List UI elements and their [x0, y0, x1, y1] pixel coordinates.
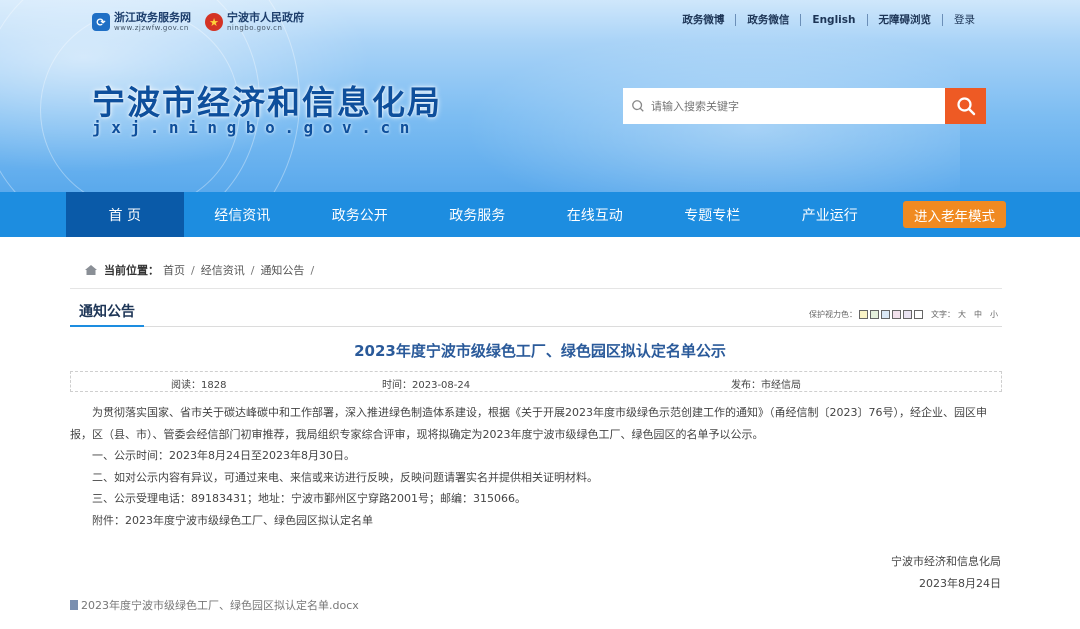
font-size-medium[interactable]: 中 [974, 309, 982, 320]
color-swatch-white[interactable] [914, 310, 923, 319]
zjzwfw-title: 浙江政务服务网 [114, 11, 191, 24]
zjzwfw-icon: ⟳ [92, 13, 110, 31]
link-wechat[interactable]: 政务微信 [735, 14, 800, 26]
site-domain: jxj.ningbo.gov.cn [92, 118, 419, 137]
font-size-label: 文字： [931, 310, 955, 319]
attachment-filename[interactable]: 2023年度宁波市级绿色工厂、绿色园区拟认定名单.docx [81, 597, 359, 613]
article-body: 为贯彻落实国家、省市关于碳达峰碳中和工作部署，深入推进绿色制造体系建设，根据《关… [70, 402, 1002, 531]
nav-industry[interactable]: 产业运行 [771, 192, 889, 237]
breadcrumb-home[interactable]: 首页 [163, 262, 185, 278]
breadcrumb: 当前位置： 首页 / 经信资讯 / 通知公告 / [84, 262, 320, 278]
nav-interaction[interactable]: 在线互动 [536, 192, 654, 237]
search-icon [632, 100, 644, 112]
color-swatch-purple[interactable] [903, 310, 912, 319]
zjzwfw-url: www.zjzwfw.gov.cn [114, 24, 189, 32]
publish-source: 发布：市经信局 [731, 380, 801, 391]
publish-date: 时间：2023-08-24 [382, 380, 471, 391]
divider [70, 288, 1002, 289]
national-emblem-icon: ★ [205, 13, 223, 31]
signature-date: 2023年8月24日 [919, 577, 1001, 590]
article-title: 2023年度宁波市级绿色工厂、绿色园区拟认定名单公示 [354, 342, 726, 360]
breadcrumb-separator: / [310, 263, 315, 277]
section-tab[interactable]: 通知公告 [70, 302, 144, 327]
paragraph: 三、公示受理电话：89183431；地址：宁波市鄞州区宁穿路2001号；邮编：3… [92, 492, 526, 505]
top-links: 政务微博 政务微信 English 无障碍浏览 登录 [671, 14, 986, 26]
divider [70, 326, 1002, 327]
link-accessibility[interactable]: 无障碍浏览 [866, 14, 943, 26]
color-swatch-blue[interactable] [881, 310, 890, 319]
breadcrumb-notice[interactable]: 通知公告 [260, 262, 304, 278]
paragraph: 为贯彻落实国家、省市关于碳达峰碳中和工作部署，深入推进绿色制造体系建设，根据《关… [70, 402, 1002, 424]
paragraph: 一、公示时间：2023年8月24日至2023年8月30日。 [92, 449, 355, 462]
ningbo-gov-logo[interactable]: ★ 宁波市人民政府 ningbo.gov.cn [205, 12, 304, 32]
search-icon [956, 97, 975, 116]
search-button[interactable] [945, 88, 986, 124]
signature-org: 宁波市经济和信息化局 [891, 555, 1001, 568]
nav-gov-affairs[interactable]: 政务公开 [301, 192, 419, 237]
color-swatch-yellow[interactable] [859, 310, 868, 319]
nav-home[interactable]: 首 页 [66, 192, 184, 237]
link-login[interactable]: 登录 [942, 14, 986, 26]
nav-news[interactable]: 经信资讯 [184, 192, 302, 237]
article-meta: 阅读：1828 时间：2023-08-24 发布：市经信局 [70, 371, 1002, 392]
search-box [623, 88, 945, 124]
partner-logos: ⟳ 浙江政务服务网 www.zjzwfw.gov.cn ★ 宁波市人民政府 ni… [92, 12, 304, 32]
link-english[interactable]: English [800, 14, 866, 26]
color-swatch-green[interactable] [870, 310, 879, 319]
nav-topics[interactable]: 专题专栏 [654, 192, 772, 237]
attachment-link[interactable]: 2023年度宁波市级绿色工厂、绿色园区拟认定名单.docx [70, 597, 359, 613]
paragraph: 报，区（县、市）、管委会经信部门初审推荐，我局组织专家综合评审，现将拟确定为20… [70, 424, 1002, 446]
zjzwfw-logo[interactable]: ⟳ 浙江政务服务网 www.zjzwfw.gov.cn [92, 12, 191, 32]
color-swatch-pink[interactable] [892, 310, 901, 319]
view-count: 阅读：1828 [171, 380, 227, 391]
breadcrumb-separator: / [250, 263, 255, 277]
location-icon [85, 265, 97, 275]
breadcrumb-separator: / [191, 263, 195, 277]
site-title[interactable]: 宁波市经济和信息化局 [92, 76, 442, 124]
font-size-large[interactable]: 大 [958, 309, 966, 320]
font-size-small[interactable]: 小 [990, 309, 998, 320]
ningbo-gov-url: ningbo.gov.cn [227, 24, 283, 32]
paragraph-line: 为贯彻落实国家、省市关于碳达峰碳中和工作部署，深入推进绿色制造体系建设，根据《关… [92, 406, 987, 419]
document-icon [70, 600, 78, 610]
paragraph: 二、如对公示内容有异议，可通过来电、来信或来访进行反映，反映问题请署实名并提供相… [92, 470, 598, 484]
main-nav: 首 页 经信资讯 政务公开 政务服务 在线互动 专题专栏 产业运行 进入老年模式 [0, 192, 1080, 237]
ningbo-gov-title: 宁波市人民政府 [227, 11, 304, 24]
eye-protect-label: 保护视力色： [809, 310, 857, 319]
breadcrumb-news[interactable]: 经信资讯 [201, 262, 245, 278]
search-input[interactable] [651, 99, 931, 113]
breadcrumb-label: 当前位置： [104, 264, 159, 277]
link-weibo[interactable]: 政务微博 [671, 14, 735, 26]
reading-tools: 保护视力色： 文字： 大 中 小 [809, 309, 998, 320]
paragraph: 附件：2023年度宁波市级绿色工厂、绿色园区拟认定名单 [92, 513, 373, 527]
elder-mode-button[interactable]: 进入老年模式 [903, 201, 1006, 228]
nav-services[interactable]: 政务服务 [419, 192, 537, 237]
paragraph-line: 报，区（县、市）、管委会经信部门初审推荐，我局组织专家综合评审，现将拟确定为20… [70, 427, 764, 441]
